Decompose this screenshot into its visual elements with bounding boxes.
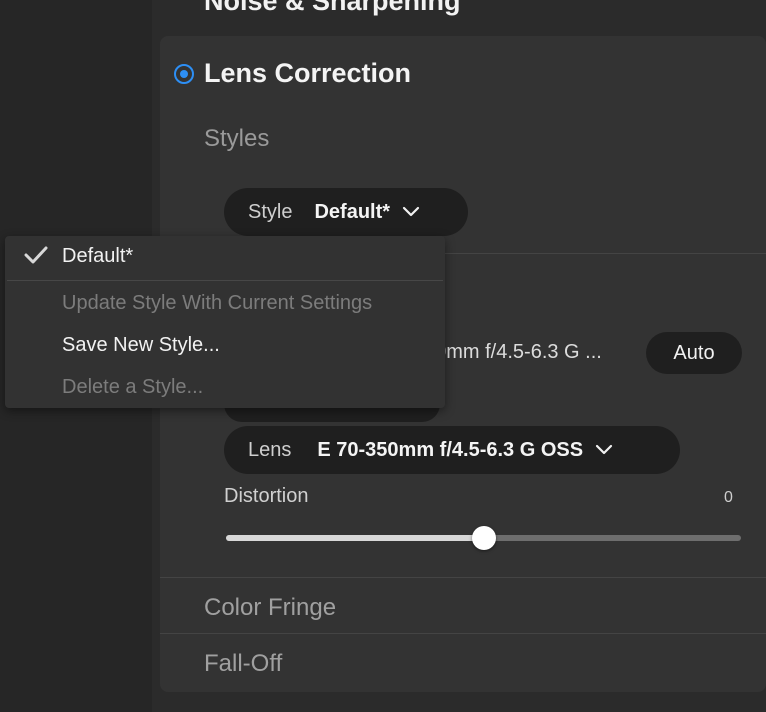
menu-item-update-style: Update Style With Current Settings — [62, 292, 373, 314]
style-dropdown-label: Style — [248, 200, 293, 223]
checkmark-icon — [24, 246, 48, 264]
radio-selected-icon[interactable] — [174, 64, 194, 84]
distortion-slider-thumb[interactable] — [471, 526, 496, 550]
lens-profile-partial-text: 50mm f/4.5-6.3 G ... — [424, 341, 602, 363]
section-color-fringe[interactable]: Color Fringe — [204, 594, 336, 622]
distortion-value[interactable]: 0 — [724, 489, 733, 507]
chevron-down-icon — [402, 206, 420, 217]
style-dropdown-menu: Default* Update Style With Current Setti… — [5, 236, 445, 408]
divider — [160, 577, 766, 578]
menu-item-delete-style: Delete a Style... — [62, 376, 204, 398]
lens-dropdown-label: Lens — [248, 438, 292, 461]
styles-heading: Styles — [204, 125, 270, 152]
lens-dropdown[interactable]: Lens E 70-350mm f/4.5-6.3 G OSS — [224, 426, 680, 474]
style-dropdown[interactable]: Style Default* — [224, 188, 468, 236]
section-title-lens-correction[interactable]: Lens Correction — [204, 58, 411, 89]
divider — [160, 633, 766, 634]
section-fall-off[interactable]: Fall-Off — [204, 650, 282, 678]
lens-dropdown-value: E 70-350mm f/4.5-6.3 G OSS — [317, 438, 584, 461]
previous-section-title[interactable]: Noise & Sharpening — [204, 0, 461, 17]
menu-divider — [7, 280, 443, 281]
style-dropdown-value: Default* — [314, 200, 391, 223]
auto-button[interactable]: Auto — [646, 332, 742, 374]
chevron-down-icon — [595, 444, 613, 455]
distortion-label: Distortion — [224, 485, 309, 507]
menu-item-default[interactable]: Default* — [62, 245, 133, 268]
menu-item-save-new-style[interactable]: Save New Style... — [62, 334, 220, 357]
distortion-slider-fill — [226, 535, 484, 541]
